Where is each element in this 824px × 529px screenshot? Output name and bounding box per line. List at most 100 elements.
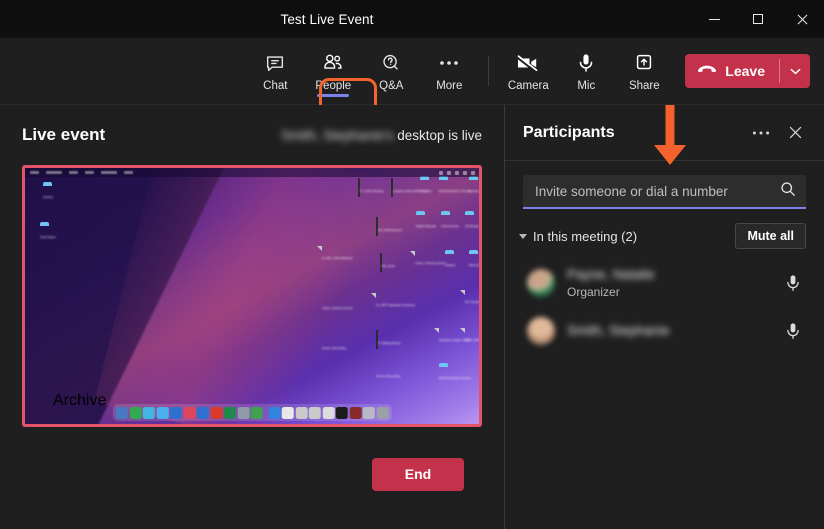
file-thumbnail-icon [391, 178, 393, 197]
participant-mic-button[interactable] [780, 322, 806, 340]
title-bar: Test Live Event [0, 0, 824, 38]
toolbar-item-share[interactable]: Share [618, 43, 670, 99]
dock-app-icon[interactable] [376, 406, 389, 419]
toolbar-item-more-label: More [436, 79, 463, 92]
dock-app-icon[interactable] [223, 406, 236, 419]
mute-all-button[interactable]: Mute all [735, 223, 806, 249]
dock-app-icon[interactable] [322, 406, 335, 419]
invite-search-wrapper [505, 161, 824, 213]
dock-app-icon[interactable] [183, 406, 196, 419]
toolbar-item-camera[interactable]: Camera [502, 43, 554, 99]
participants-title: Participants [523, 123, 615, 141]
dock-app-icon[interactable] [250, 406, 263, 419]
participant-row[interactable]: Smith, Stephanie [519, 307, 814, 355]
dock-app-icon[interactable] [349, 406, 362, 419]
dock-app-icon[interactable] [129, 406, 142, 419]
chevron-down-icon [790, 62, 801, 80]
desktop-icon[interactable]: Hardware Intake FORM [439, 328, 471, 346]
participant-info: Payne, Natalie Organizer [567, 267, 780, 299]
desktop-icon[interactable]: EOM Schedule Timeline [439, 179, 471, 197]
stage-area: Live event Smith, Stephanie's desktop is… [0, 105, 505, 529]
toolbar-item-more[interactable]: More [423, 43, 475, 99]
participant-mic-button[interactable] [780, 274, 806, 292]
desktop-icon[interactable]: Cybersecurity [439, 214, 461, 232]
meeting-toolbar: Chat People Q&A More Camera Mic Share Le… [0, 38, 824, 139]
dock-app-icon[interactable] [156, 406, 169, 419]
search-icon[interactable] [780, 181, 796, 202]
participant-role: Organizer [567, 285, 620, 299]
participant-row[interactable]: Payne, Natalie Organizer [519, 259, 814, 307]
search-input[interactable] [535, 183, 780, 199]
dock-app-icon[interactable] [142, 406, 155, 419]
participants-panel-header: Participants [505, 105, 824, 161]
qa-icon [380, 51, 402, 75]
desktop-icon[interactable]: Invoices [415, 179, 437, 197]
dock-app-icon[interactable] [268, 406, 281, 419]
mic-icon [575, 51, 597, 75]
desktop-icon[interactable]: Resources [465, 253, 479, 271]
main-body: Live event Smith, Stephanie's desktop is… [0, 105, 824, 529]
dock-app-icon[interactable] [295, 406, 308, 419]
end-button[interactable]: End [372, 457, 464, 491]
desktop-icon[interactable]: CL_RPT Hardware Checkout [376, 293, 415, 311]
desktop-icon[interactable]: Screen Recording [322, 336, 346, 354]
desktop-icon[interactable]: Archive [37, 185, 59, 203]
menu-window [101, 171, 117, 174]
dock-app-icon[interactable] [308, 406, 321, 419]
panel-more-button[interactable] [746, 118, 776, 148]
desktop-icon[interactable]: Screen Recording [376, 364, 400, 382]
dock-app-icon[interactable] [210, 406, 223, 419]
chat-icon [264, 51, 286, 75]
dock-app-icon[interactable] [362, 406, 375, 419]
desktop-icon[interactable]: Incident Intake DRAFT v2 [391, 178, 427, 197]
leave-button[interactable]: Leave [685, 54, 779, 88]
dock-app-icon[interactable] [335, 406, 348, 419]
desktop-icon[interactable]: Dual Factor [37, 225, 59, 243]
close-icon [789, 126, 801, 139]
desktop-icon[interactable]: SS_Staff Reviews [376, 217, 402, 236]
participant-name: Smith, Stephanie [567, 323, 670, 338]
dock-app-icon[interactable] [237, 406, 250, 419]
chevron-down-icon [519, 233, 527, 239]
desktop-icon[interactable]: Classes [439, 253, 461, 271]
invite-search-box[interactable] [523, 175, 806, 209]
desktop-icon[interactable]: Cyber_Training Invoice [415, 251, 446, 269]
page-title: Live event [22, 125, 106, 144]
mic-icon [787, 323, 799, 339]
desktop-icon[interactable]: TI_IT_2024 Budget Q1 Review [465, 328, 479, 346]
desktop-icon[interactable]: Q3 Budget Analysis [465, 214, 479, 232]
dock-app-icon[interactable] [196, 406, 209, 419]
leave-options-button[interactable] [780, 54, 810, 88]
participant-name: Payne, Natalie [567, 267, 655, 282]
people-icon [321, 51, 345, 75]
window-title: Test Live Event [280, 11, 374, 27]
desktop-icon[interactable]: Digital Signage [415, 214, 437, 232]
dock-app-icon[interactable] [115, 406, 128, 419]
desktop-icon[interactable]: IT Staffing Board [376, 330, 400, 349]
mac-dock[interactable] [112, 404, 392, 421]
toolbar-item-chat[interactable]: Chat [249, 43, 301, 99]
toolbar-item-people[interactable]: People [307, 43, 359, 99]
panel-header-actions [746, 118, 810, 148]
desktop-icon[interactable]: Enrollment [465, 179, 479, 197]
in-meeting-section-header[interactable]: In this meeting (2) Mute all [505, 213, 824, 255]
desktop-icon[interactable]: FY_2024 Meeting [358, 178, 384, 197]
shared-screen-preview[interactable]: Archive Dual Factor Q_SEC_2024 Baseline … [22, 165, 482, 427]
desktop-icon[interactable]: Q_SEC_2024 Baseline [322, 246, 353, 264]
hang-up-icon [697, 63, 717, 79]
desktop-finder-badge: Archive [53, 392, 107, 409]
menu-edit [85, 171, 94, 174]
menu-file [69, 171, 78, 174]
panel-close-button[interactable] [780, 118, 810, 148]
toolbar-item-share-label: Share [628, 79, 660, 92]
desktop-icon[interactable]: PCI Vendor images [465, 290, 479, 308]
desktop-icon[interactable]: Cyber_Training Invoice [322, 296, 353, 314]
toolbar-item-mic[interactable]: Mic [560, 43, 612, 99]
desktop-icon[interactable]: EOM Schedule Timeline [439, 366, 471, 384]
dock-app-icon[interactable] [169, 406, 182, 419]
file-thumbnail-icon [379, 253, 382, 272]
dock-app-icon[interactable] [281, 406, 294, 419]
toolbar-item-qa[interactable]: Q&A [365, 43, 417, 99]
desktop-icon[interactable]: HR_Audit [376, 253, 398, 272]
toolbar-item-qa-label: Q&A [379, 79, 404, 92]
